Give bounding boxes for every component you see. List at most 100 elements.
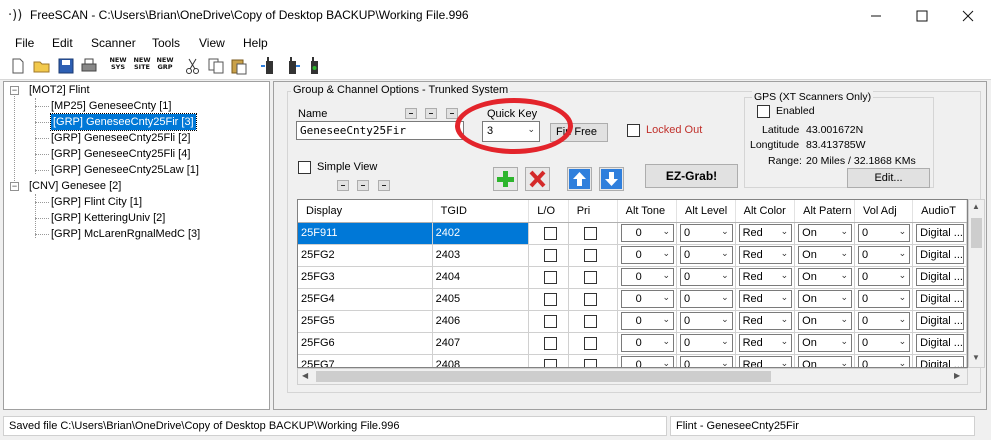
cell-pri[interactable]: [568, 332, 618, 355]
cell-audio[interactable]: Digital ...: [912, 222, 967, 245]
tree-node-group[interactable]: [GRP] McLarenRgnalMedC [3]: [51, 226, 200, 242]
cell-display[interactable]: 25FG5: [298, 310, 433, 333]
align-right-button[interactable]: [446, 108, 458, 119]
alt-tone-select[interactable]: 0 ⌄: [620, 290, 675, 308]
cut-icon[interactable]: [184, 57, 202, 75]
vol-adj-select[interactable]: 0 ⌄: [858, 356, 911, 367]
lockout-checkbox[interactable]: [544, 292, 558, 306]
alt-level-select[interactable]: 0 ⌄: [680, 312, 733, 330]
cell-alt-level[interactable]: 0 ⌄: [676, 354, 736, 367]
alt-level-select[interactable]: 0 ⌄: [680, 224, 733, 242]
cell-lo[interactable]: [528, 332, 569, 355]
priority-checkbox[interactable]: [583, 292, 597, 306]
cell-alt-patern[interactable]: On ⌄: [794, 222, 855, 245]
open-folder-icon[interactable]: [33, 57, 51, 75]
cell-lo[interactable]: [528, 222, 569, 245]
cell-audio[interactable]: Digital ...: [912, 332, 967, 355]
lockout-checkbox[interactable]: [544, 248, 558, 262]
cell-alt-patern[interactable]: On ⌄: [794, 244, 855, 267]
priority-checkbox[interactable]: [583, 270, 597, 284]
tree-node-site[interactable]: [MP25] GeneseeCnty [1]: [51, 98, 171, 114]
menu-view[interactable]: View: [199, 36, 225, 50]
cell-display[interactable]: 25FG6: [298, 332, 433, 355]
tree-node-group-selected[interactable]: [GRP] GeneseeCnty25Fir [3]: [50, 113, 197, 131]
alt-patern-select[interactable]: On ⌄: [798, 334, 852, 352]
cell-tgid[interactable]: 2408: [432, 354, 530, 367]
tree-node-system[interactable]: [MOT2] Flint: [29, 82, 90, 98]
align-center-button[interactable]: [425, 108, 437, 119]
alt-level-select[interactable]: 0 ⌄: [680, 268, 733, 286]
cell-tgid[interactable]: 2407: [432, 332, 530, 355]
alt-tone-select[interactable]: 0 ⌄: [620, 246, 675, 264]
alt-color-select[interactable]: Red ⌄: [738, 334, 793, 352]
cell-pri[interactable]: [568, 266, 618, 289]
audio-type-select[interactable]: Digital ...: [916, 246, 964, 264]
cell-alt-tone[interactable]: 0 ⌄: [617, 244, 678, 267]
menu-file[interactable]: File: [15, 36, 34, 50]
col-header-display[interactable]: Display: [298, 200, 433, 223]
tree-node-system[interactable]: [CNV] Genesee [2]: [29, 178, 121, 194]
alt-patern-select[interactable]: On ⌄: [798, 268, 852, 286]
cell-tgid[interactable]: 2402: [432, 222, 530, 245]
cell-tgid[interactable]: 2405: [432, 288, 530, 311]
alt-level-select[interactable]: 0 ⌄: [680, 334, 733, 352]
table-row[interactable]: 25FG6 2407 0 ⌄ 0 ⌄ Red ⌄ On ⌄ 0 ⌄ Digital ...: [298, 332, 967, 355]
col-header-alt-tone[interactable]: Alt Tone: [617, 200, 678, 223]
cell-audio[interactable]: Digital ...: [912, 244, 967, 267]
ez-grab-button[interactable]: EZ-Grab!: [645, 164, 738, 188]
audio-type-select[interactable]: Digital ...: [916, 224, 964, 242]
radio-connect-icon[interactable]: [305, 57, 323, 75]
cell-tgid[interactable]: 2406: [432, 310, 530, 333]
name-input[interactable]: GeneseeCnty25Fir: [296, 121, 464, 140]
cell-alt-tone[interactable]: 0 ⌄: [617, 354, 678, 367]
priority-checkbox[interactable]: [583, 358, 597, 367]
tree-node-group[interactable]: [GRP] KetteringUniv [2]: [51, 210, 165, 226]
add-channel-button[interactable]: [493, 167, 518, 191]
gps-enabled-checkbox[interactable]: [757, 105, 770, 118]
cell-alt-color[interactable]: Red ⌄: [735, 310, 796, 333]
align-right-button[interactable]: [378, 180, 390, 191]
cell-vol-adj[interactable]: 0 ⌄: [854, 332, 914, 355]
system-tree[interactable]: − [MOT2] Flint [MP25] GeneseeCnty [1] [G…: [3, 81, 270, 410]
cell-vol-adj[interactable]: 0 ⌄: [854, 244, 914, 267]
cell-audio[interactable]: Digital ...: [912, 354, 967, 367]
print-icon[interactable]: [80, 57, 98, 75]
table-row[interactable]: 25FG3 2404 0 ⌄ 0 ⌄ Red ⌄ On ⌄ 0 ⌄ Digital ...: [298, 266, 967, 289]
cell-alt-color[interactable]: Red ⌄: [735, 222, 796, 245]
vol-adj-select[interactable]: 0 ⌄: [858, 290, 911, 308]
alt-tone-select[interactable]: 0 ⌄: [620, 334, 675, 352]
gps-edit-button[interactable]: Edit...: [847, 168, 930, 188]
audio-type-select[interactable]: Digital ...: [916, 290, 964, 308]
alt-level-select[interactable]: 0 ⌄: [680, 356, 733, 367]
scroll-left-icon[interactable]: ◀: [302, 371, 308, 380]
cell-tgid[interactable]: 2403: [432, 244, 530, 267]
col-header-lo[interactable]: L/O: [528, 200, 569, 223]
align-left-button[interactable]: [337, 180, 349, 191]
cell-alt-level[interactable]: 0 ⌄: [676, 222, 736, 245]
radio-write-icon[interactable]: [283, 57, 301, 75]
new-grp-button[interactable]: NEW GRP: [154, 57, 176, 71]
alt-patern-select[interactable]: On ⌄: [798, 290, 852, 308]
table-row[interactable]: 25FG4 2405 0 ⌄ 0 ⌄ Red ⌄ On ⌄ 0 ⌄ Digital ...: [298, 288, 967, 311]
vol-adj-select[interactable]: 0 ⌄: [858, 246, 911, 264]
cell-alt-level[interactable]: 0 ⌄: [676, 310, 736, 333]
alt-color-select[interactable]: Red ⌄: [738, 312, 793, 330]
grid-horizontal-scrollbar[interactable]: ◀ ▶: [297, 368, 968, 385]
priority-checkbox[interactable]: [583, 226, 597, 240]
cell-alt-level[interactable]: 0 ⌄: [676, 266, 736, 289]
maximize-button[interactable]: [899, 0, 945, 31]
vol-adj-select[interactable]: 0 ⌄: [858, 224, 911, 242]
move-down-button[interactable]: [599, 167, 624, 191]
alt-tone-select[interactable]: 0 ⌄: [620, 356, 675, 367]
tree-collapse-toggle[interactable]: −: [10, 182, 19, 191]
cell-pri[interactable]: [568, 244, 618, 267]
cell-vol-adj[interactable]: 0 ⌄: [854, 310, 914, 333]
audio-type-select[interactable]: Digital ...: [916, 268, 964, 286]
new-sys-button[interactable]: NEW SYS: [107, 57, 129, 71]
channel-grid[interactable]: Display TGID L/O Pri Alt Tone Alt Level …: [297, 199, 968, 368]
scroll-right-icon[interactable]: ▶: [954, 371, 960, 380]
cell-alt-level[interactable]: 0 ⌄: [676, 332, 736, 355]
cell-display[interactable]: 25FG2: [298, 244, 433, 267]
priority-checkbox[interactable]: [583, 336, 597, 350]
minimize-button[interactable]: [853, 0, 899, 31]
